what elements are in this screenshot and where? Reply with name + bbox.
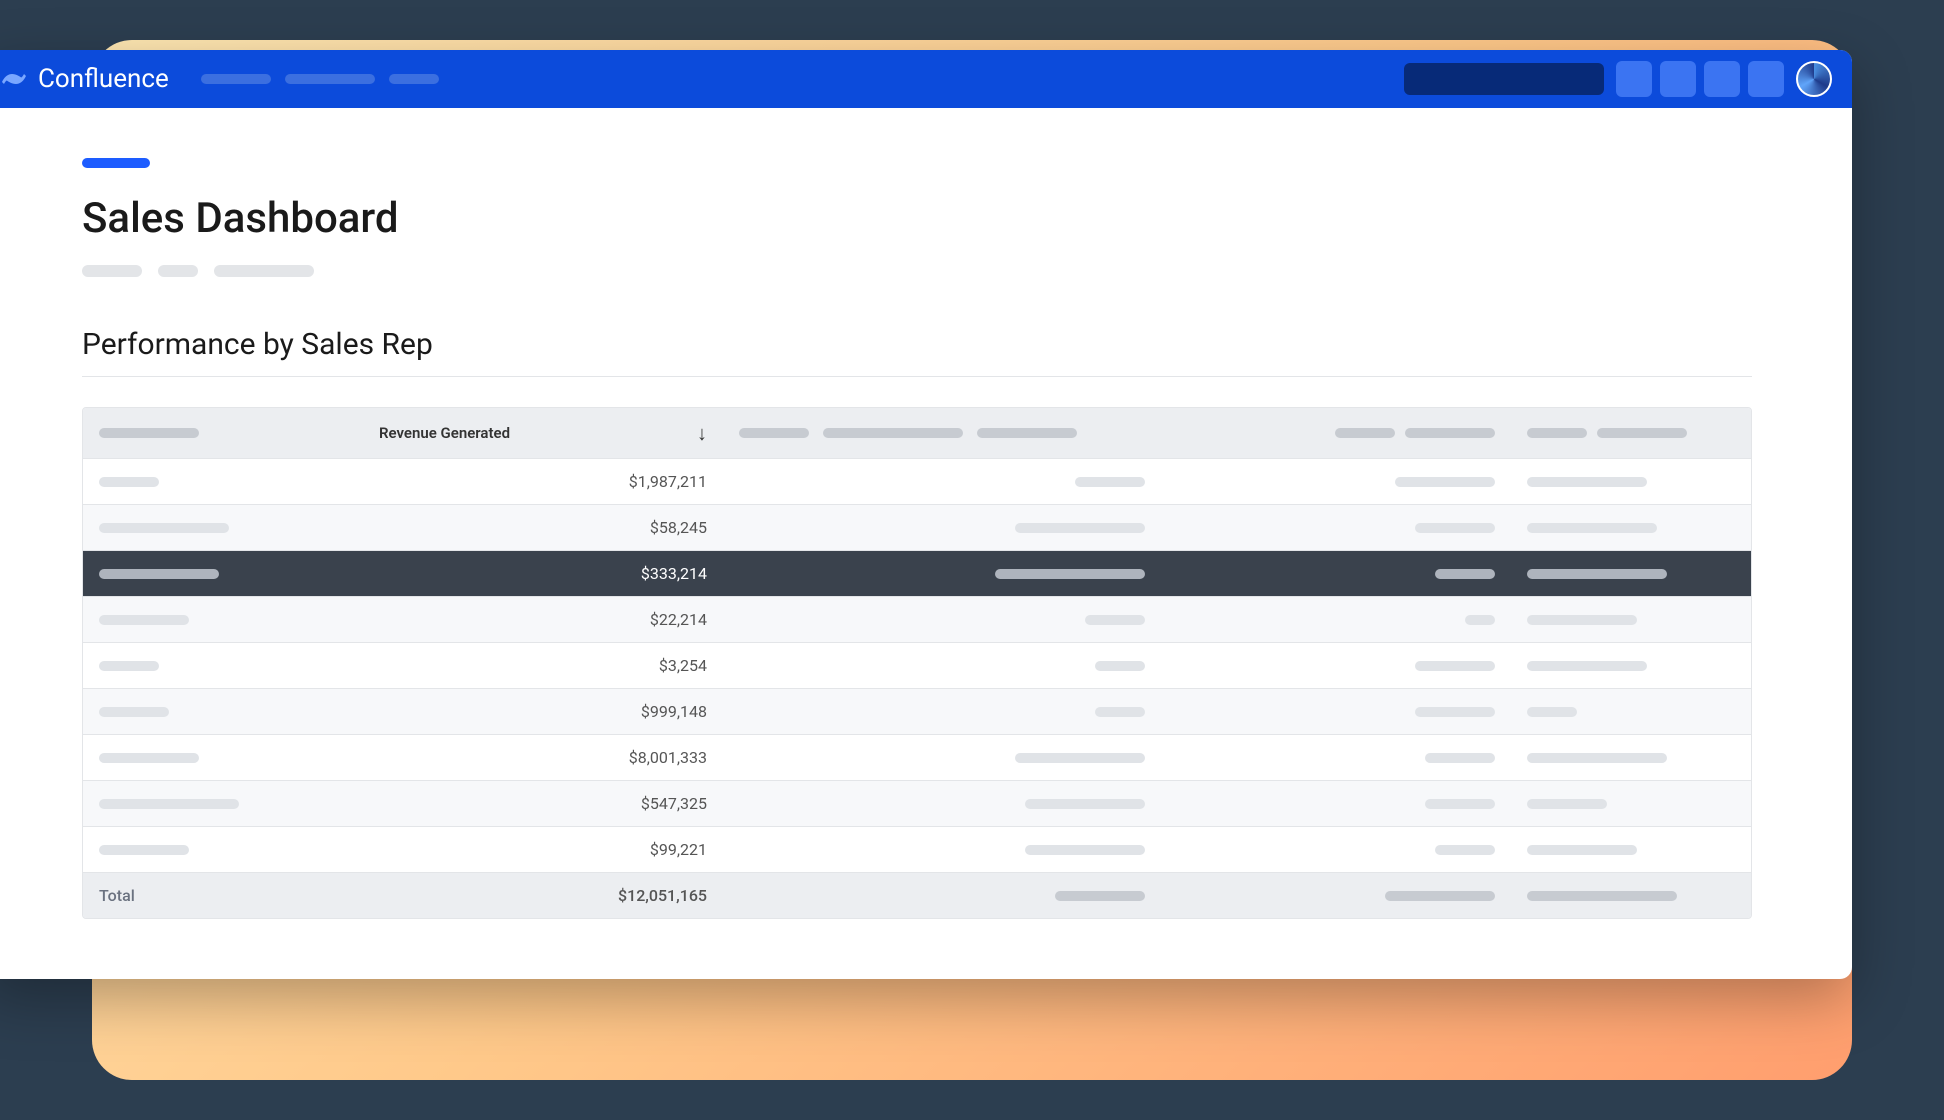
nav-item[interactable] (389, 74, 439, 84)
data-cell (723, 799, 1161, 809)
name-cell (83, 707, 363, 717)
table-row[interactable]: $99,221 (83, 826, 1751, 872)
name-cell (83, 477, 363, 487)
column-header-5[interactable] (1511, 428, 1751, 438)
data-cell (1511, 615, 1751, 625)
name-cell (83, 569, 363, 579)
data-cell (1511, 799, 1751, 809)
nav-item[interactable] (201, 74, 271, 84)
data-cell (1161, 845, 1511, 855)
accent-bar (82, 158, 150, 168)
revenue-cell: $99,221 (363, 840, 723, 859)
data-cell (723, 707, 1161, 717)
revenue-cell: $8,001,333 (363, 748, 723, 767)
revenue-cell: $333,214 (363, 564, 723, 583)
table-row[interactable]: $1,987,211 (83, 458, 1751, 504)
backdrop: Confluence Sales Dashboa (92, 40, 1852, 1080)
data-cell (1511, 523, 1751, 533)
data-cell (723, 845, 1161, 855)
total-cell (1161, 891, 1511, 901)
nav-item[interactable] (285, 74, 375, 84)
total-revenue-cell: $12,051,165 (363, 886, 723, 905)
name-cell (83, 753, 363, 763)
data-cell (723, 753, 1161, 763)
data-cell (1511, 845, 1751, 855)
data-cell (1161, 615, 1511, 625)
table-row[interactable]: $3,254 (83, 642, 1751, 688)
action-button[interactable] (1616, 61, 1652, 97)
sales-table: Revenue Generated ↓ (82, 407, 1752, 919)
column-header-4[interactable] (1161, 428, 1511, 438)
breadcrumb-item[interactable] (158, 265, 198, 277)
data-cell (1161, 477, 1511, 487)
confluence-logo-icon (2, 67, 26, 91)
table-row[interactable]: $58,245 (83, 504, 1751, 550)
breadcrumb-item[interactable] (214, 265, 314, 277)
total-cell (1511, 891, 1751, 901)
action-buttons (1616, 61, 1784, 97)
data-cell (1511, 753, 1751, 763)
avatar[interactable] (1796, 61, 1832, 97)
table-row[interactable]: $22,214 (83, 596, 1751, 642)
column-header-group[interactable] (723, 428, 1161, 438)
revenue-cell: $58,245 (363, 518, 723, 537)
total-label: Total (99, 886, 135, 905)
name-cell (83, 615, 363, 625)
data-cell (723, 615, 1161, 625)
revenue-cell: $3,254 (363, 656, 723, 675)
table-row[interactable]: $547,325 (83, 780, 1751, 826)
data-cell (1161, 707, 1511, 717)
app-name: Confluence (38, 64, 169, 94)
breadcrumb (82, 265, 1752, 277)
table-total-row: Total $12,051,165 (83, 872, 1751, 918)
data-cell (1511, 661, 1751, 671)
nav-placeholder (201, 74, 439, 84)
data-cell (723, 523, 1161, 533)
data-cell (723, 477, 1161, 487)
sort-desc-icon: ↓ (697, 421, 707, 446)
section-title: Performance by Sales Rep (82, 327, 1752, 377)
data-cell (1161, 799, 1511, 809)
table-row[interactable]: $999,148 (83, 688, 1751, 734)
titlebar: Confluence (0, 50, 1852, 108)
data-cell (1511, 477, 1751, 487)
data-cell (723, 661, 1161, 671)
table-row[interactable]: $8,001,333 (83, 734, 1751, 780)
total-label-cell: Total (83, 886, 363, 905)
revenue-cell: $22,214 (363, 610, 723, 629)
data-cell (1161, 661, 1511, 671)
data-cell (1161, 753, 1511, 763)
action-button[interactable] (1660, 61, 1696, 97)
action-button[interactable] (1748, 61, 1784, 97)
revenue-cell: $547,325 (363, 794, 723, 813)
page-content: Sales Dashboard Performance by Sales Rep… (0, 108, 1852, 979)
breadcrumb-item[interactable] (82, 265, 142, 277)
name-cell (83, 845, 363, 855)
search-input[interactable] (1404, 63, 1604, 95)
column-header-revenue[interactable]: Revenue Generated ↓ (363, 421, 723, 446)
name-cell (83, 799, 363, 809)
column-header-name[interactable] (83, 428, 363, 438)
data-cell (1161, 569, 1511, 579)
page-title: Sales Dashboard (82, 194, 1752, 243)
revenue-cell: $999,148 (363, 702, 723, 721)
revenue-cell: $1,987,211 (363, 472, 723, 491)
titlebar-left: Confluence (2, 64, 439, 94)
data-cell (723, 569, 1161, 579)
name-cell (83, 523, 363, 533)
table-header: Revenue Generated ↓ (83, 408, 1751, 458)
app-window: Confluence Sales Dashboa (0, 50, 1852, 979)
action-button[interactable] (1704, 61, 1740, 97)
total-cell (723, 891, 1161, 901)
name-cell (83, 661, 363, 671)
data-cell (1511, 569, 1751, 579)
data-cell (1511, 707, 1751, 717)
table-row[interactable]: $333,214 (83, 550, 1751, 596)
total-revenue: $12,051,165 (618, 886, 707, 905)
revenue-header-label: Revenue Generated (379, 424, 510, 442)
data-cell (1161, 523, 1511, 533)
titlebar-right (1404, 61, 1832, 97)
